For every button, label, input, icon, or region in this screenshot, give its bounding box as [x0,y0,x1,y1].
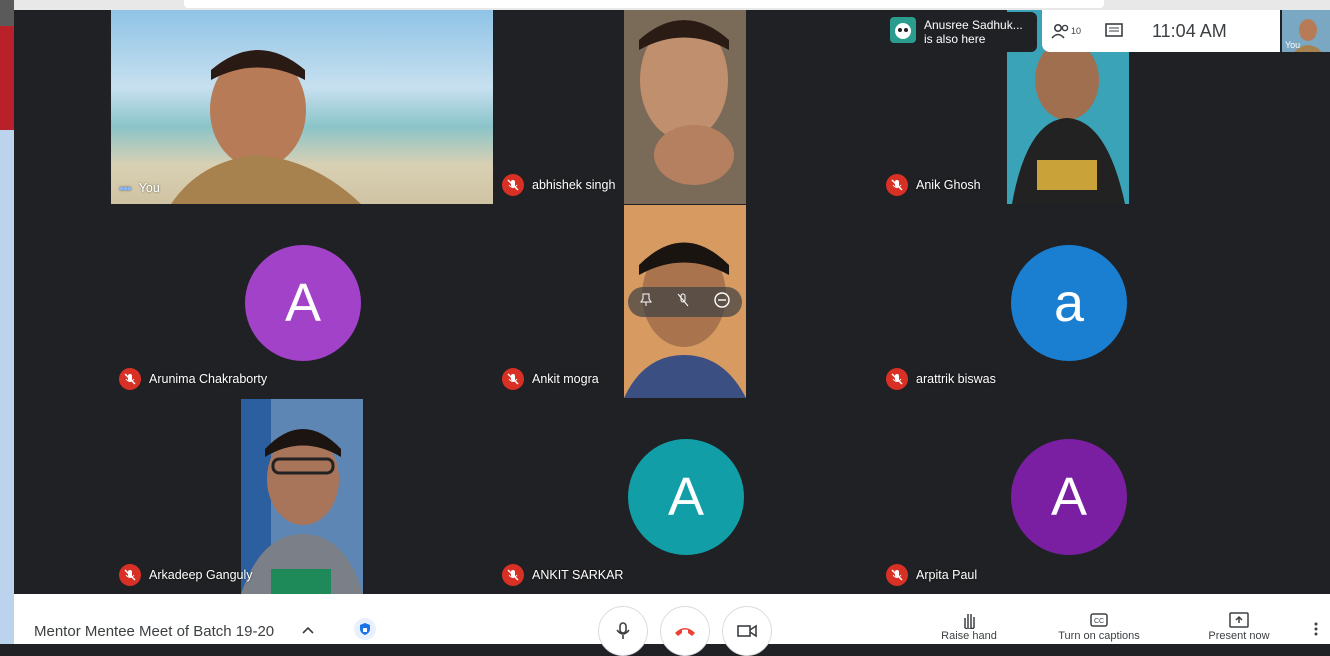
mic-off-icon [886,368,908,390]
chat-icon [1105,23,1123,37]
pin-icon[interactable] [640,293,653,312]
avatar: a [1011,245,1127,361]
notice-name: Anusree Sadhuk... [924,18,1023,32]
join-notification[interactable]: Anusree Sadhuk... is also here [882,12,1037,52]
participant-tile-arpita-paul[interactable]: A Arpita Paul [878,399,1260,594]
desktop-strip [0,0,14,644]
participant-label: Arunima Chakraborty [149,372,268,386]
present-icon [1194,610,1284,630]
participant-label: Arpita Paul [916,568,978,582]
participant-name: arattrik biswas [886,368,996,390]
mic-off-icon [119,564,141,586]
video-feed [241,399,363,594]
participant-name: Arpita Paul [886,564,977,586]
address-bar[interactable] [184,0,1104,8]
participant-tile-abhishek-singh[interactable]: abhishek singh [494,10,877,204]
raise-hand-label: Raise hand [941,630,997,642]
participant-label: You [138,181,160,195]
video-feed [111,10,493,204]
microphone-icon [616,622,630,639]
mic-off-icon [886,174,908,196]
avatar: A [1011,439,1127,555]
mic-off-icon [502,368,524,390]
remove-icon[interactable] [713,291,730,313]
mic-off-icon [886,564,908,586]
captions-button[interactable]: CC Turn on captions [1049,610,1149,642]
self-view-thumbnail[interactable]: You [1282,10,1330,52]
present-label: Present now [1208,630,1270,642]
people-icon [1051,23,1069,39]
participant-name: ••• You [119,180,160,196]
participant-count: 10 [1070,26,1081,36]
shield-icon[interactable] [354,618,376,640]
video-feed [624,10,746,204]
mic-off-icon [119,368,141,390]
captions-icon: CC [1049,610,1149,630]
participant-name: Arunima Chakraborty [119,368,267,390]
participant-label: ANKIT SARKAR [532,568,624,582]
participant-tile-arunima-chakraborty[interactable]: A Arunima Chakraborty [111,205,493,398]
participant-tile-ankit-sarkar[interactable]: A ANKIT SARKAR [494,399,877,594]
chat-button[interactable] [1090,23,1138,39]
participant-tile-arkadeep-ganguly[interactable]: Arkadeep Ganguly [111,399,493,594]
participant-label: Ankit mogra [532,372,599,386]
microphone-button[interactable] [598,606,648,656]
camera-button[interactable] [722,606,772,656]
desktop-edge [0,0,14,26]
chevron-up-icon[interactable] [302,622,314,637]
meeting-clock: 11:04 AM [1152,20,1227,41]
camera-icon [737,624,757,638]
mute-participant-icon[interactable] [677,293,689,312]
participant-tile-you[interactable]: ••• You [111,10,493,204]
mic-off-icon [502,174,524,196]
participant-tile-arattrik-biswas[interactable]: a arattrik biswas [878,205,1260,398]
desktop-window-edge [0,26,14,130]
svg-text:CC: CC [1094,618,1104,625]
meeting-info-panel: 10 11:04 AM [1042,10,1280,52]
tile-hover-controls [628,287,742,317]
participant-tile-ankit-mogra[interactable]: Ankit mogra [494,205,877,398]
participant-label: Anik Ghosh [916,178,981,192]
people-button[interactable]: 10 [1042,23,1090,39]
raise-hand-button[interactable]: Raise hand [934,610,1004,642]
participant-name: Ankit mogra [502,368,599,390]
participant-name: abhishek singh [502,174,615,196]
video-grid: ••• You abhishek singh Anik Ghosh A Arun… [14,10,1330,594]
present-now-button[interactable]: Present now [1194,610,1284,642]
end-call-icon [675,628,695,636]
self-view-label: You [1285,40,1301,50]
captions-label: Turn on captions [1058,630,1140,642]
meeting-title[interactable]: Mentor Mentee Meet of Batch 19-20 [34,623,274,640]
more-icon[interactable] [1314,622,1318,641]
bottom-toolbar: Mentor Mentee Meet of Batch 19-20 Raise … [14,594,1330,656]
browser-top-bar [14,0,1330,10]
mic-off-icon [502,564,524,586]
avatar: A [245,245,361,361]
notice-message: is also here [924,32,986,46]
avatar: A [628,439,744,555]
speaking-icon: ••• [119,180,132,196]
participant-label: Arkadeep Ganguly [149,568,253,582]
participant-name: Arkadeep Ganguly [119,564,253,586]
end-call-button[interactable] [660,606,710,656]
participant-name: Anik Ghosh [886,174,981,196]
hand-icon [934,610,1004,630]
participant-label: abhishek singh [532,178,616,192]
participant-avatar-icon [890,16,916,48]
participant-name: ANKIT SARKAR [502,564,623,586]
participant-label: arattrik biswas [916,372,996,386]
